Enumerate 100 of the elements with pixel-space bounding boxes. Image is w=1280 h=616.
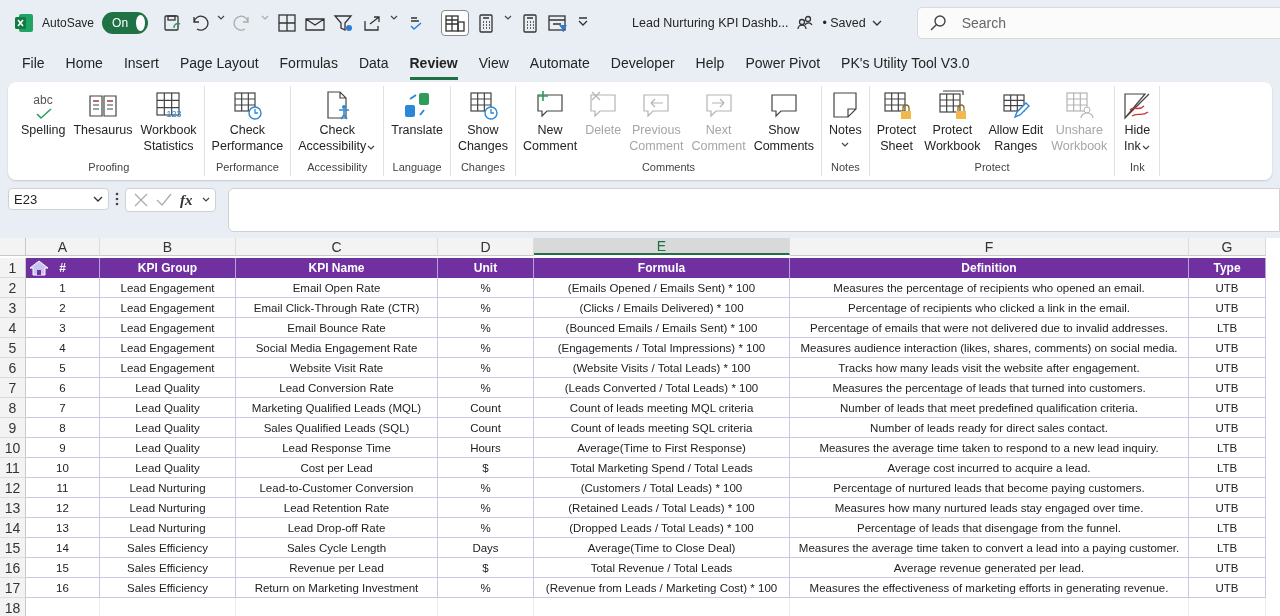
ribbon-tab[interactable]: Data [358,50,389,80]
row-number[interactable]: 2 [0,278,26,298]
table-cell: Lead Quality [100,378,236,398]
table-cell: Percentage of emails that were not delivered due to invalid addresses. [790,318,1189,338]
table-cell: Number of leads that meet predefined qualification criteria. [790,398,1189,418]
formula-input[interactable] [227,188,1280,232]
table-cell: UTB [1189,578,1266,598]
table-cell: (Leads Converted / Total Leads) * 100 [534,378,790,398]
ribbon-button[interactable]: Show Comments [750,90,818,161]
ribbon-button[interactable]: Allow Edit Ranges [985,90,1047,161]
table-cell: Cost per Lead [236,458,438,478]
ribbon-tab[interactable]: Formulas [279,50,338,80]
ribbon-button[interactable]: Translate [388,90,446,161]
column-header[interactable]: E [534,238,790,255]
row-number[interactable]: 9 [0,418,26,438]
table-cell: % [438,378,534,398]
search-field[interactable]: Search [916,7,1280,39]
row-number[interactable]: 10 [0,438,26,458]
ribbon-tab[interactable]: Page Layout [179,50,259,80]
group-label: Protect [974,161,1010,173]
table-cell: Measures how many nurtured leads stay engaged over time. [790,498,1189,518]
table-cell: Average(Time to Close Deal) [534,538,790,558]
ribbon-tab[interactable]: Review [409,50,458,80]
table-cell: Number of leads ready for direct sales contact. [790,418,1189,438]
ribbon-button[interactable]: New Comment [519,90,581,161]
ribbon-button[interactable]: 123 Workbook Statistics [137,90,200,161]
ribbon-tab[interactable]: Developer [610,50,675,80]
ribbon-tab[interactable]: PK's Utility Tool V3.0 [841,50,970,80]
caret-icon[interactable] [870,18,883,28]
ribbon-button[interactable]: Show Changes [454,90,511,161]
table-cell: Count of leads meeting MQL criteria [534,398,790,418]
ribbon-button[interactable]: Protect Workbook [921,90,984,161]
row-number[interactable]: 4 [0,318,26,338]
ribbon-button[interactable]: Notes [826,90,865,161]
insert-function-button[interactable]: fx [180,191,193,209]
check-icon[interactable] [156,193,172,207]
table-cell: Lead Nurturing [100,498,236,518]
table-cell: Tracks how many leads visit the website after engagement. [790,358,1189,378]
row-number[interactable]: 13 [0,498,26,518]
ribbon-tab[interactable]: Insert [123,50,159,80]
row-number[interactable]: 15 [0,538,26,558]
ribbon-button[interactable]: Hide Ink [1119,90,1156,161]
row-number[interactable]: 11 [0,458,26,478]
column-header[interactable]: F [790,238,1189,256]
table-cell: Lead Engagement [100,358,236,378]
ribbon-button[interactable]: abc Spelling [18,90,69,161]
ribbon-tab[interactable]: Help [695,50,725,80]
ribbon-tab[interactable]: Power Pivot [745,50,821,80]
row-number[interactable]: 5 [0,338,26,358]
form-filter-icon[interactable] [547,13,570,33]
column-title: Unit [438,258,534,278]
comment-delete-icon [588,90,619,120]
row-number[interactable]: 14 [0,518,26,538]
group-label: Ink [1130,161,1145,173]
row-number[interactable]: 8 [0,398,26,418]
table-cell: Marketing Qualified Leads (MQL) [236,398,438,418]
table-cell: Measures the percentage of leads that turned into customers. [790,378,1189,398]
save-icon[interactable] [162,13,183,33]
table-cell: Lead Quality [100,458,236,478]
autosave-label: AutoSave [42,16,95,30]
ribbon-button[interactable]: Check Accessibility [295,90,380,161]
save-status[interactable]: • Saved [822,16,866,30]
ribbon-tab[interactable]: View [478,50,509,80]
row-number[interactable]: 6 [0,358,26,378]
group-label: Proofing [88,161,130,173]
table-cell: Count [438,418,534,438]
column-header[interactable]: D [438,238,534,256]
row-number[interactable]: 1 [0,258,26,278]
ribbon-button[interactable]: Thesaurus [70,90,136,161]
column-header[interactable]: G [1189,238,1266,256]
row-number[interactable]: 3 [0,298,26,318]
column-header[interactable]: C [236,238,438,256]
name-box[interactable]: E23 [8,188,109,210]
ribbon-tab[interactable]: File [22,50,45,80]
table-cell: Percentage of leads that disengage from the funnel. [790,518,1189,538]
excel-logo-icon [14,13,34,33]
column-header[interactable]: B [100,238,236,256]
row-number[interactable]: 18 [0,598,26,616]
row-number[interactable]: 12 [0,478,26,498]
table-cell: 3 [26,318,100,338]
table-cell: (Clicks / Emails Delivered) * 100 [534,298,790,318]
ribbon-tab[interactable]: Automate [529,50,590,80]
table-cell: Count [438,398,534,418]
row-number[interactable]: 7 [0,378,26,398]
table-cell: Count of leads meeting SQL criteria [534,418,790,438]
row-number[interactable]: 17 [0,578,26,598]
autosave-toggle[interactable]: On [102,12,149,34]
table-cell: (Revenue from Leads / Marketing Cost) * 100 [534,578,790,598]
people-icon[interactable] [796,14,815,32]
ribbon-tab[interactable]: Home [65,50,103,80]
borders-icon[interactable] [277,13,298,33]
table-cell: Lead Quality [100,398,236,418]
table-cell: LTB [1189,538,1266,558]
column-header[interactable]: A [26,238,100,256]
table-cell: Email Click-Through Rate (CTR) [236,298,438,318]
share-icon[interactable] [362,13,383,33]
ribbon-button[interactable]: Protect Sheet [873,90,920,161]
row-number[interactable]: 16 [0,558,26,578]
form-icon[interactable] [441,10,470,36]
ribbon-button[interactable]: Check Performance [208,90,287,161]
